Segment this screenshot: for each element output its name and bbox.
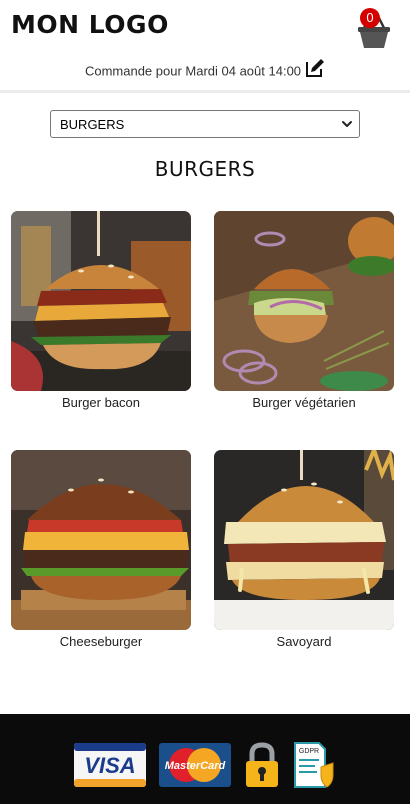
product-image-burger-vegetarien[interactable] <box>214 211 394 391</box>
product-card-burger-bacon[interactable]: Burger bacon <box>11 211 191 410</box>
edit-pencil-icon <box>306 59 325 77</box>
gdpr-text: GDPR <box>299 748 319 755</box>
edit-order-button[interactable] <box>305 58 325 78</box>
product-name[interactable]: Burger bacon <box>11 395 191 410</box>
padlock-icon <box>246 742 278 787</box>
header: MON LOGO 0 Commande pour Mardi 04 août 1… <box>0 0 410 93</box>
product-image-burger-bacon[interactable] <box>11 211 191 391</box>
visa-text: VISA <box>84 753 135 778</box>
product-name[interactable]: Burger végétarien <box>214 395 394 410</box>
category-select[interactable]: BURGERS <box>50 110 360 138</box>
mastercard-logo: MasterCard <box>159 743 231 787</box>
mastercard-text: MasterCard <box>165 760 226 772</box>
footer: VISA MasterCard GDPR <box>0 714 410 804</box>
visa-logo: VISA <box>74 743 146 787</box>
product-card-burger-vegetarien[interactable]: Burger végétarien <box>214 211 394 410</box>
section-title: BURGERS <box>154 157 256 181</box>
site-logo[interactable]: MON LOGO <box>11 10 169 39</box>
gdpr-badge-icon: GDPR <box>294 742 334 788</box>
product-card-savoyard[interactable]: Savoyard <box>214 450 394 649</box>
product-card-cheeseburger[interactable]: Cheeseburger <box>11 450 191 649</box>
product-name[interactable]: Cheeseburger <box>11 634 191 649</box>
category-select-value: BURGERS <box>60 117 125 132</box>
cart-count-badge: 0 <box>360 8 380 28</box>
order-schedule: Commande pour Mardi 04 août 14:00 <box>0 59 410 82</box>
product-image-savoyard[interactable] <box>214 450 394 630</box>
product-image-cheeseburger[interactable] <box>11 450 191 630</box>
cart-button[interactable]: 0 <box>356 8 392 50</box>
product-name[interactable]: Savoyard <box>214 634 394 649</box>
order-schedule-text: Commande pour Mardi 04 août 14:00 <box>84 63 302 79</box>
chevron-down-icon <box>342 121 352 127</box>
